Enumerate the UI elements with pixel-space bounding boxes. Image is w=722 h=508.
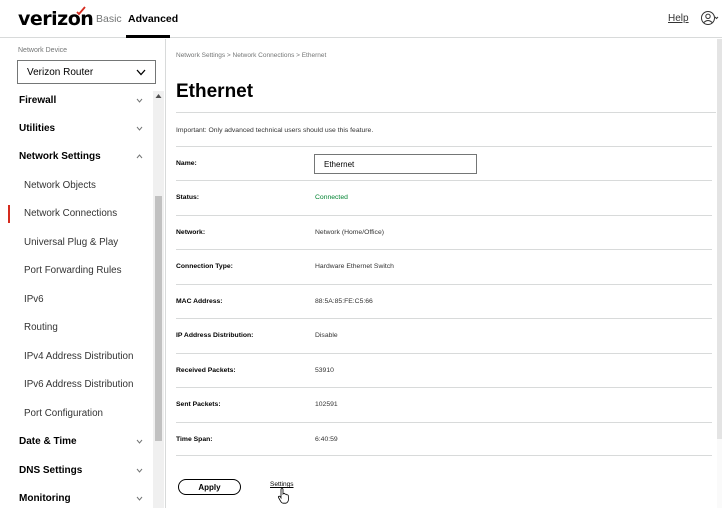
- hand-pointer-cursor-icon: [277, 488, 289, 504]
- detail-row-network: Network: Network (Home/Office): [176, 215, 712, 249]
- important-notice: Important: Only advanced technical users…: [176, 127, 374, 134]
- name-input-value: Ethernet: [324, 160, 355, 169]
- sidebar-item-port-forwarding-rules[interactable]: Port Forwarding Rules: [0, 257, 152, 285]
- chevron-down-icon: [136, 496, 143, 501]
- network-device-select[interactable]: Verizon Router: [17, 60, 156, 84]
- sidebar-item-ipv6[interactable]: IPv6: [0, 286, 152, 314]
- detail-row-sent-packets: Sent Packets: 102591: [176, 387, 712, 421]
- row-value: 53910: [315, 367, 334, 374]
- top-bar: verizon Basic Advanced Help: [0, 0, 722, 38]
- tab-advanced[interactable]: Advanced: [128, 13, 178, 25]
- verizon-check-icon: [76, 6, 86, 16]
- sidebar-item-label: Firewall: [19, 95, 57, 106]
- sidebar-item-label: Date & Time: [19, 436, 77, 447]
- row-label: Name:: [176, 160, 197, 167]
- divider: [176, 112, 716, 113]
- sidebar-item-label: DNS Settings: [19, 465, 83, 476]
- sidebar-scroll-thumb[interactable]: [155, 196, 162, 441]
- active-item-indicator: [8, 205, 10, 223]
- row-label: IP Address Distribution:: [176, 332, 254, 339]
- chevron-down-icon: [136, 126, 143, 131]
- row-value: 102591: [315, 401, 338, 408]
- chevron-down-icon: [136, 439, 143, 444]
- row-value: 88:5A:85:FE:C5:66: [315, 298, 373, 305]
- tab-basic[interactable]: Basic: [96, 13, 122, 25]
- user-circle-icon[interactable]: [701, 10, 719, 26]
- sidebar-item-dns-settings[interactable]: DNS Settings: [0, 457, 152, 485]
- scroll-up-arrow-icon[interactable]: [155, 93, 162, 99]
- help-link[interactable]: Help: [668, 13, 689, 24]
- settings-link[interactable]: Settings: [270, 481, 294, 488]
- sidebar-item-label: Port Forwarding Rules: [24, 265, 122, 276]
- sidebar-item-label: Utilities: [19, 123, 56, 134]
- sidebar-item-network-objects[interactable]: Network Objects: [0, 172, 152, 200]
- sidebar-item-ipv6-address-distribution[interactable]: IPv6 Address Distribution: [0, 371, 152, 399]
- row-label: Received Packets:: [176, 367, 236, 374]
- name-input[interactable]: Ethernet: [314, 154, 477, 174]
- sidebar-item-network-settings[interactable]: Network Settings: [0, 143, 152, 171]
- sidebar-item-firewall[interactable]: Firewall: [0, 87, 152, 115]
- row-value: 6:40:59: [315, 436, 338, 443]
- sidebar-item-label: Monitoring: [19, 493, 71, 504]
- row-value: Disable: [315, 332, 338, 339]
- sidebar-scrollbar[interactable]: [153, 91, 164, 508]
- sidebar-item-label: Universal Plug & Play: [24, 237, 119, 248]
- sidebar-item-network-connections[interactable]: Network Connections: [0, 200, 152, 228]
- network-device-label: Network Device: [18, 47, 68, 54]
- sidebar-item-label: IPv4 Address Distribution: [24, 351, 134, 362]
- detail-row-name: Name: Ethernet: [176, 146, 712, 180]
- sidebar-item-ipv4-address-distribution[interactable]: IPv4 Address Distribution: [0, 343, 152, 371]
- row-value: Hardware Ethernet Switch: [315, 263, 394, 270]
- row-label: Time Span:: [176, 436, 213, 443]
- chevron-up-icon: [136, 154, 143, 159]
- sidebar-item-label: Network Settings: [19, 151, 101, 162]
- sidebar-item-label: IPv6 Address Distribution: [24, 379, 134, 390]
- sidebar-item-date-time[interactable]: Date & Time: [0, 428, 152, 456]
- detail-row-status: Status: Connected: [176, 180, 712, 214]
- page-title: Ethernet: [176, 81, 254, 102]
- chevron-down-icon: [136, 98, 143, 103]
- row-label: Status:: [176, 194, 200, 201]
- active-tab-indicator: [126, 35, 170, 38]
- sidebar-item-utilities[interactable]: Utilities: [0, 115, 152, 143]
- sidebar-item-label: IPv6: [24, 294, 44, 305]
- detail-row-time-span: Time Span: 6:40:59: [176, 422, 712, 456]
- detail-row-ip-address-distribution: IP Address Distribution: Disable: [176, 318, 712, 352]
- breadcrumb[interactable]: Network Settings > Network Connections >…: [176, 52, 326, 59]
- network-device-value: Verizon Router: [27, 67, 94, 78]
- apply-button[interactable]: Apply: [178, 479, 241, 495]
- main-scroll-thumb[interactable]: [717, 39, 722, 439]
- status-value: Connected: [315, 194, 348, 201]
- sidebar-item-port-configuration[interactable]: Port Configuration: [0, 400, 152, 428]
- sidebar-item-routing[interactable]: Routing: [0, 314, 152, 342]
- sidebar-item-label: Network Objects: [24, 180, 96, 191]
- sidebar-item-universal-plug-play[interactable]: Universal Plug & Play: [0, 229, 152, 257]
- sidebar-item-label: Network Connections: [24, 208, 118, 219]
- detail-row-mac-address: MAC Address: 88:5A:85:FE:C5:66: [176, 284, 712, 318]
- row-label: Sent Packets:: [176, 401, 221, 408]
- apply-button-label: Apply: [198, 483, 221, 492]
- sidebar: Network Device Verizon Router Firewall U…: [0, 39, 166, 508]
- row-value: Network (Home/Office): [315, 229, 384, 236]
- chevron-down-icon: [136, 69, 146, 76]
- sidebar-item-monitoring[interactable]: Monitoring: [0, 485, 152, 508]
- sidebar-item-label: Port Configuration: [24, 408, 103, 419]
- detail-row-connection-type: Connection Type: Hardware Ethernet Switc…: [176, 249, 712, 283]
- row-label: Connection Type:: [176, 263, 233, 270]
- row-label: MAC Address:: [176, 298, 223, 305]
- row-label: Network:: [176, 229, 206, 236]
- detail-row-received-packets: Received Packets: 53910: [176, 353, 712, 387]
- chevron-down-icon: [136, 468, 143, 473]
- sidebar-item-label: Routing: [24, 322, 58, 333]
- main-scrollbar[interactable]: [717, 39, 722, 508]
- main-content: Network Settings > Network Connections >…: [167, 39, 722, 508]
